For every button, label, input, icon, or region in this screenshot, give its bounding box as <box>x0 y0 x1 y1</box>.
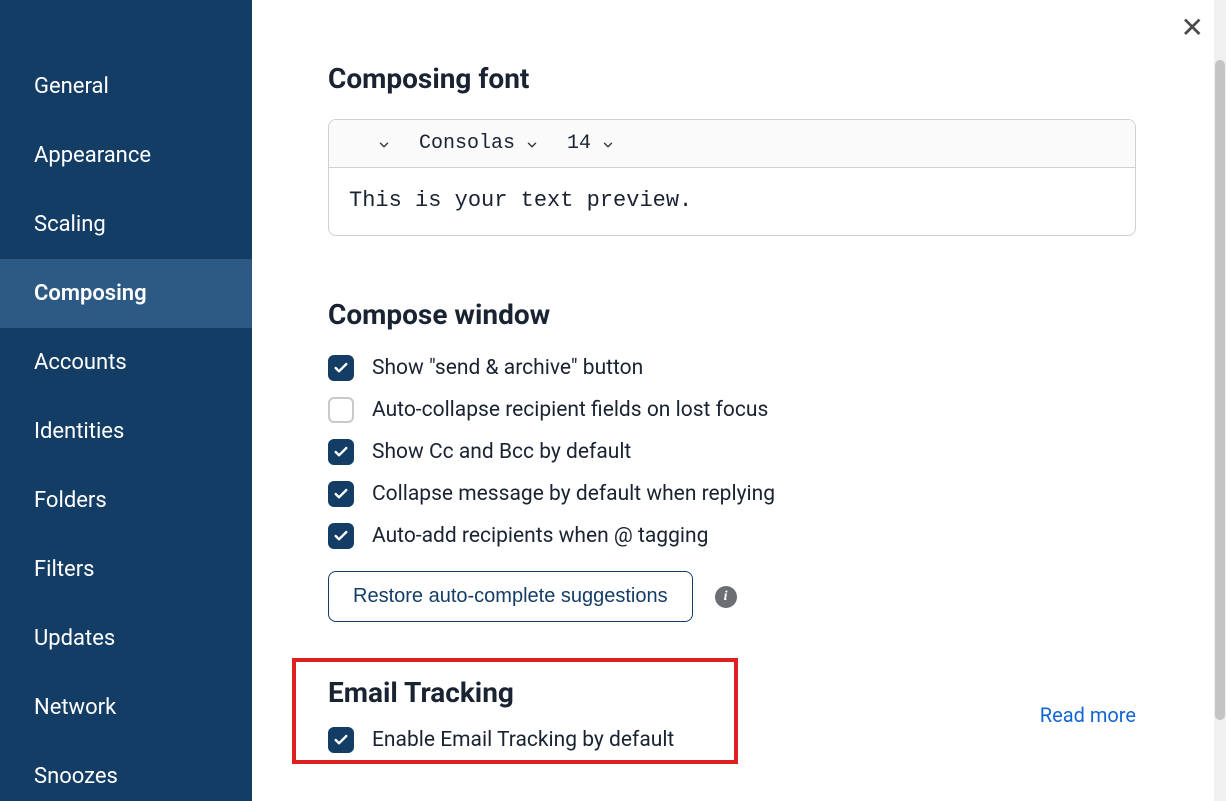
sidebar-item-folders[interactable]: Folders <box>0 466 252 535</box>
font-family-value: Consolas <box>419 132 515 155</box>
section-title-compose: Compose window <box>328 298 1136 331</box>
checkbox-send-archive[interactable] <box>328 355 354 381</box>
option-label: Show "send & archive" button <box>372 356 643 380</box>
sidebar-item-accounts[interactable]: Accounts <box>0 328 252 397</box>
sidebar-item-snoozes[interactable]: Snoozes <box>0 742 252 801</box>
chevron-down-icon <box>601 137 615 151</box>
scrollbar-track[interactable] <box>1214 0 1226 801</box>
settings-main: ✕ Composing font Consolas <box>252 0 1226 801</box>
option-auto-add-recipients: Auto-add recipients when @ tagging <box>328 523 1136 549</box>
option-label: Enable Email Tracking by default <box>372 728 674 752</box>
option-label: Collapse message by default when replyin… <box>372 482 775 506</box>
color-picker[interactable] <box>349 133 391 155</box>
option-collapse-reply: Collapse message by default when replyin… <box>328 481 1136 507</box>
close-icon[interactable]: ✕ <box>1181 14 1204 42</box>
option-label: Show Cc and Bcc by default <box>372 440 631 464</box>
settings-sidebar: General Appearance Scaling Composing Acc… <box>0 0 252 801</box>
checkbox-auto-add-recipients[interactable] <box>328 523 354 549</box>
font-size-value: 14 <box>567 132 591 155</box>
option-email-tracking: Enable Email Tracking by default <box>328 727 674 753</box>
sidebar-item-identities[interactable]: Identities <box>0 397 252 466</box>
sidebar-item-network[interactable]: Network <box>0 673 252 742</box>
sidebar-item-general[interactable]: General <box>0 52 252 121</box>
section-title-tracking: Email Tracking <box>328 676 674 709</box>
option-send-archive: Show "send & archive" button <box>328 355 1136 381</box>
font-size-select[interactable]: 14 <box>567 132 615 155</box>
option-label: Auto-collapse recipient fields on lost f… <box>372 398 768 422</box>
font-family-select[interactable]: Consolas <box>419 132 539 155</box>
sidebar-item-appearance[interactable]: Appearance <box>0 121 252 190</box>
checkbox-auto-collapse[interactable] <box>328 397 354 423</box>
checkbox-collapse-reply[interactable] <box>328 481 354 507</box>
ink-drop-icon <box>349 133 367 155</box>
compose-window-section: Compose window Show "send & archive" but… <box>328 298 1136 622</box>
chevron-down-icon <box>377 137 391 151</box>
font-preview-box: Consolas 14 This is your text preview. <box>328 119 1136 236</box>
sidebar-item-filters[interactable]: Filters <box>0 535 252 604</box>
option-auto-collapse: Auto-collapse recipient fields on lost f… <box>328 397 1136 423</box>
font-toolbar: Consolas 14 <box>329 120 1135 168</box>
composing-font-section: Composing font Consolas <box>328 62 1136 236</box>
checkbox-show-cc-bcc[interactable] <box>328 439 354 465</box>
section-title-font: Composing font <box>328 62 1136 95</box>
font-preview-text: This is your text preview. <box>329 168 1135 235</box>
restore-autocomplete-button[interactable]: Restore auto-complete suggestions <box>328 571 693 622</box>
sidebar-item-updates[interactable]: Updates <box>0 604 252 673</box>
scrollbar-thumb[interactable] <box>1215 60 1225 720</box>
option-label: Auto-add recipients when @ tagging <box>372 524 708 548</box>
checkbox-email-tracking[interactable] <box>328 727 354 753</box>
sidebar-item-composing[interactable]: Composing <box>0 259 252 328</box>
sidebar-item-scaling[interactable]: Scaling <box>0 190 252 259</box>
info-icon[interactable]: i <box>715 586 737 608</box>
chevron-down-icon <box>525 137 539 151</box>
email-tracking-section: Email Tracking Enable Email Tracking by … <box>328 676 1136 753</box>
option-show-cc-bcc: Show Cc and Bcc by default <box>328 439 1136 465</box>
read-more-link[interactable]: Read more <box>1040 703 1136 727</box>
